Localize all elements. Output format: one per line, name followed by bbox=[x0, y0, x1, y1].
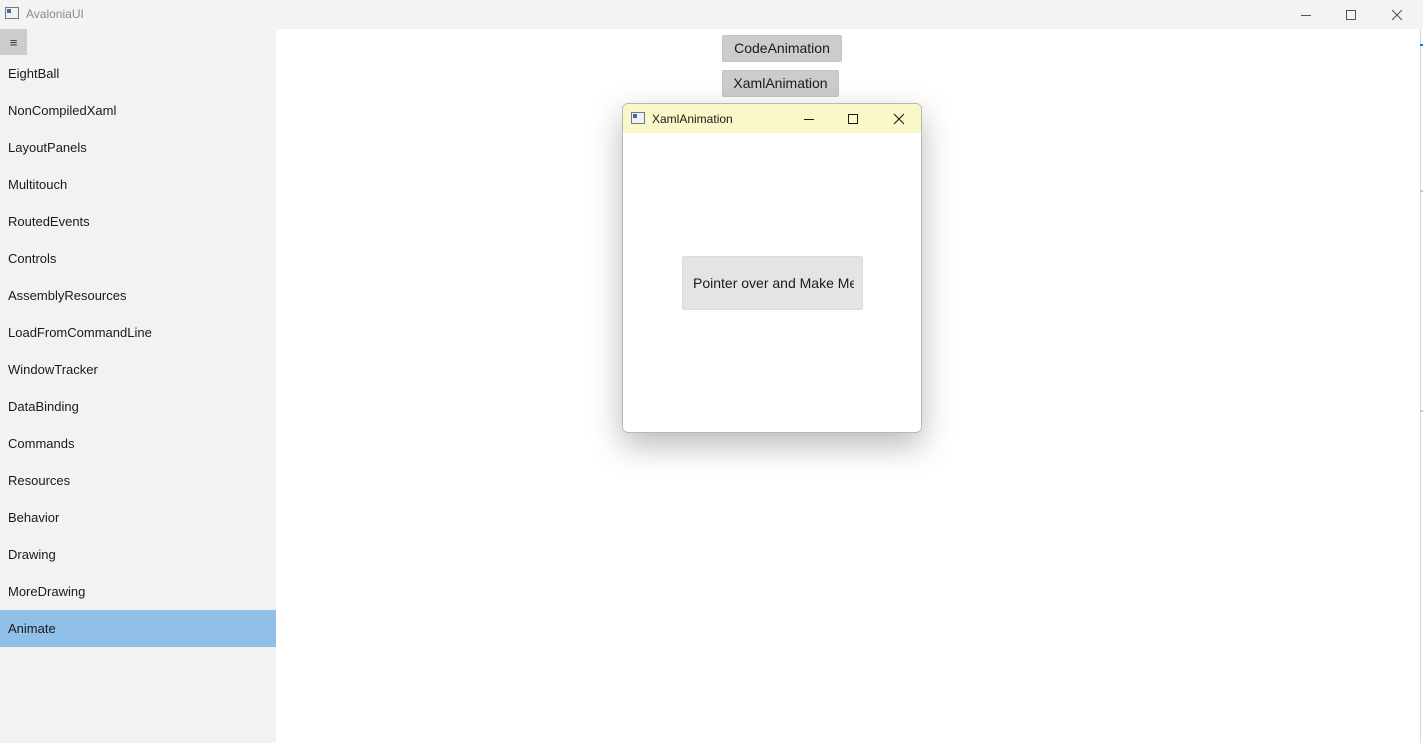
code-animation-button[interactable]: CodeAnimation bbox=[722, 35, 842, 62]
child-window-titlebar[interactable]: XamlAnimation bbox=[623, 104, 921, 133]
child-close-button[interactable] bbox=[877, 104, 921, 133]
spin-animation-button-label: Pointer over and Make Me Spin bbox=[693, 275, 854, 291]
sidebar-item-drawing[interactable]: Drawing bbox=[0, 536, 276, 573]
sidebar-item-behavior[interactable]: Behavior bbox=[0, 499, 276, 536]
minimize-icon bbox=[1301, 14, 1311, 16]
sidebar-item-assemblyresources[interactable]: AssemblyResources bbox=[0, 277, 276, 314]
sidebar-item-commands[interactable]: Commands bbox=[0, 425, 276, 462]
xaml-animation-window: XamlAnimation Pointer over and Make Me S… bbox=[622, 103, 922, 433]
child-window-title: XamlAnimation bbox=[652, 112, 733, 126]
maximize-button[interactable] bbox=[1328, 0, 1374, 29]
sidebar-item-routedevents[interactable]: RoutedEvents bbox=[0, 203, 276, 240]
sidebar-item-databinding[interactable]: DataBinding bbox=[0, 388, 276, 425]
xaml-animation-button[interactable]: XamlAnimation bbox=[722, 70, 839, 97]
minimize-icon bbox=[804, 118, 814, 120]
window-title: AvaloniaUI bbox=[26, 7, 84, 21]
sidebar-item-resources[interactable]: Resources bbox=[0, 462, 276, 499]
hamburger-menu-button[interactable]: ≡ bbox=[0, 29, 27, 55]
app-root: AvaloniaUI ≡ EightBall NonCompiledXaml Lay… bbox=[0, 0, 1423, 743]
sidebar-item-eightball[interactable]: EightBall bbox=[0, 55, 276, 92]
sidebar-item-loadfromcommandline[interactable]: LoadFromCommandLine bbox=[0, 314, 276, 351]
sidebar-item-animate[interactable]: Animate bbox=[0, 610, 276, 647]
sidebar-item-controls[interactable]: Controls bbox=[0, 240, 276, 277]
close-icon bbox=[1391, 9, 1403, 20]
sidebar-item-windowtracker[interactable]: WindowTracker bbox=[0, 351, 276, 388]
sidebar-item-noncompiledxaml[interactable]: NonCompiledXaml bbox=[0, 92, 276, 129]
app-window-icon bbox=[631, 112, 645, 124]
close-button[interactable] bbox=[1374, 0, 1420, 29]
sidebar-nav-list: EightBall NonCompiledXaml LayoutPanels Mult… bbox=[0, 55, 276, 647]
sidebar-item-moredrawing[interactable]: MoreDrawing bbox=[0, 573, 276, 610]
sidebar: ≡ EightBall NonCompiledXaml LayoutPanels Mu… bbox=[0, 29, 276, 743]
app-window-icon bbox=[5, 7, 19, 19]
minimize-button[interactable] bbox=[1283, 0, 1329, 29]
sidebar-item-multitouch[interactable]: Multitouch bbox=[0, 166, 276, 203]
spin-animation-button[interactable]: Pointer over and Make Me Spin bbox=[682, 256, 863, 310]
hamburger-menu-icon: ≡ bbox=[9, 34, 18, 50]
right-edge-border bbox=[1420, 29, 1421, 743]
sidebar-item-layoutpanels[interactable]: LayoutPanels bbox=[0, 129, 276, 166]
child-maximize-button[interactable] bbox=[831, 104, 875, 133]
maximize-icon bbox=[848, 113, 858, 124]
child-minimize-button[interactable] bbox=[787, 104, 831, 133]
window-titlebar[interactable]: AvaloniaUI bbox=[0, 0, 1423, 29]
maximize-icon bbox=[1346, 9, 1356, 20]
close-icon bbox=[893, 113, 905, 124]
